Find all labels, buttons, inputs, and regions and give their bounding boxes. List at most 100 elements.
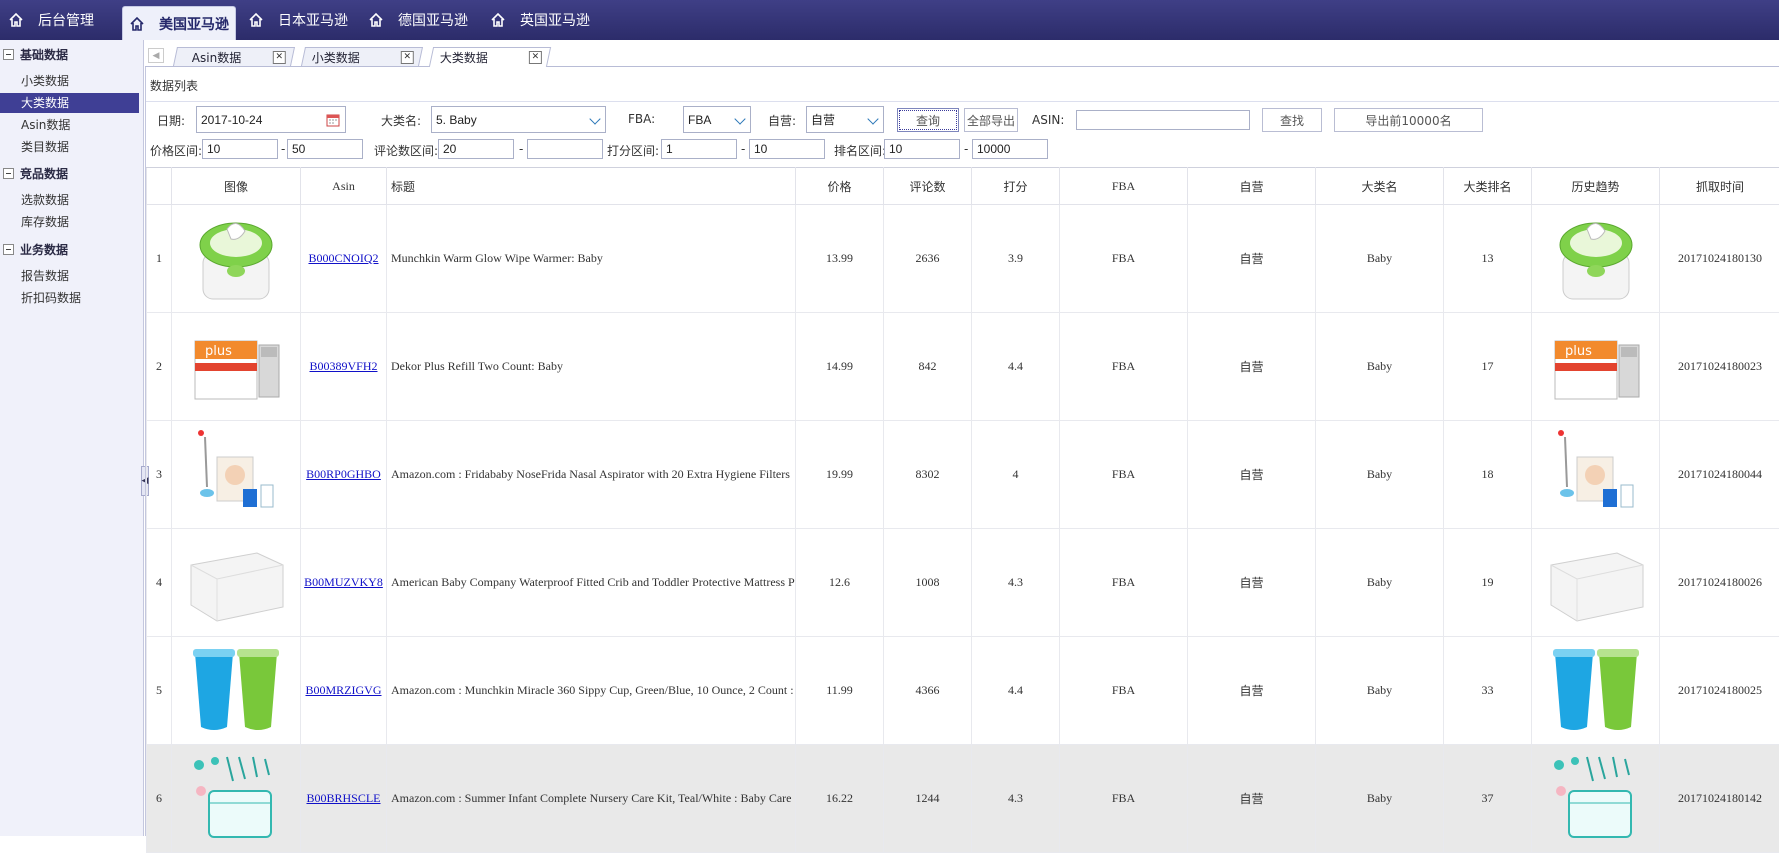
product-image xyxy=(1547,535,1645,631)
date-label: 日期: xyxy=(157,112,185,129)
column-header-category-rank[interactable]: 大类排名 xyxy=(1444,168,1532,205)
price-cell: 12.6 xyxy=(796,529,884,637)
sidebar-group-competitor[interactable]: 竞品数据 xyxy=(0,163,143,183)
find-button[interactable]: 查找 xyxy=(1262,108,1322,132)
date-input[interactable]: 2017-10-24 xyxy=(196,106,346,133)
range-dash: - xyxy=(519,142,523,156)
table-row[interactable]: 2 plus B00389VFH2 Dekor Plus Refill Two … xyxy=(147,313,1779,421)
history-trend-cell[interactable] xyxy=(1532,205,1660,313)
self-operated-label: 自营: xyxy=(768,112,796,129)
top-tab-label: 日本亚马逊 xyxy=(278,10,348,30)
query-button[interactable]: 查询 xyxy=(897,108,959,132)
export-top-10000-button[interactable]: 导出前10000名 xyxy=(1334,108,1483,132)
asin-link[interactable]: B00RP0GHBO xyxy=(306,467,381,481)
top-tab-label: 后台管理 xyxy=(38,10,94,30)
column-header-rating[interactable]: 打分 xyxy=(972,168,1060,205)
rating-max-input[interactable]: 10 xyxy=(749,139,825,159)
column-header-title[interactable]: 标题 xyxy=(387,168,796,205)
arrow-left-icon: ◀ xyxy=(153,51,160,61)
asin-link[interactable]: B00389VFH2 xyxy=(309,359,377,373)
top-tab-us-amazon[interactable]: 美国亚马逊 xyxy=(122,6,236,40)
self-operated-cell: 自营 xyxy=(1188,745,1316,853)
sidebar-item-catalog[interactable]: 类目数据 xyxy=(0,137,139,157)
sidebar-item-category[interactable]: 大类数据 xyxy=(0,93,139,113)
asin-link[interactable]: B000CNOIQ2 xyxy=(308,251,378,265)
asin-link[interactable]: B00MRZIGVG xyxy=(305,683,381,697)
rank-max-input[interactable]: 10000 xyxy=(972,139,1048,159)
date-value: 2017-10-24 xyxy=(201,113,262,127)
table-row[interactable]: 4 B00MUZVKY8 American Baby Company Water… xyxy=(147,529,1779,637)
rank-range-label: 排名区间: xyxy=(834,142,886,159)
home-icon xyxy=(8,12,24,28)
table-row[interactable]: 3 B00RP0GHBO Amazon.com : Fridababy Nose… xyxy=(147,421,1779,529)
column-header-image[interactable]: 图像 xyxy=(172,168,301,205)
column-header-reviews[interactable]: 评论数 xyxy=(884,168,972,205)
asin-input[interactable] xyxy=(1076,110,1250,130)
sidebar-item-asin[interactable]: Asin数据 xyxy=(0,115,139,135)
asin-link[interactable]: B00MUZVKY8 xyxy=(304,575,383,589)
product-title: Amazon.com : Fridababy NoseFrida Nasal A… xyxy=(387,421,796,529)
home-icon xyxy=(490,12,506,28)
column-header-crawl-time[interactable]: 抓取时间 xyxy=(1660,168,1779,205)
sidebar-group-title: 竞品数据 xyxy=(20,165,68,182)
fba-select[interactable]: FBA xyxy=(683,106,751,133)
sidebar-group-basic[interactable]: 基础数据 xyxy=(0,44,143,64)
crawl-time-cell: 20171024180023 xyxy=(1660,313,1779,421)
product-image xyxy=(187,211,285,307)
range-dash: - xyxy=(964,142,968,156)
export-all-button[interactable]: 全部导出 xyxy=(964,108,1018,132)
table-row[interactable]: 6 B00BRHSCLE Amazon.com : Summer Infant … xyxy=(147,745,1779,853)
history-trend-cell[interactable] xyxy=(1532,637,1660,745)
close-icon[interactable]: ✕ xyxy=(529,51,542,64)
column-header-history[interactable]: 历史趋势 xyxy=(1532,168,1660,205)
table-row[interactable]: 1 B000CNOIQ2 Munchkin Warm Glow Wipe War… xyxy=(147,205,1779,313)
reviews-min-input[interactable]: 20 xyxy=(438,139,514,159)
self-operated-select[interactable]: 自营 xyxy=(806,106,884,133)
product-image-cell xyxy=(172,205,301,313)
product-image xyxy=(1547,751,1645,847)
page-tab-subcategory[interactable]: 小类数据 ✕ xyxy=(301,47,423,66)
sidebar-item-inventory[interactable]: 库存数据 xyxy=(0,212,139,232)
rating-range-label: 打分区间: xyxy=(607,142,659,159)
column-header-self-operated[interactable]: 自营 xyxy=(1188,168,1316,205)
history-trend-cell[interactable] xyxy=(1532,745,1660,853)
category-select[interactable]: 5. Baby xyxy=(431,106,606,133)
sidebar-group-business[interactable]: 业务数据 xyxy=(0,239,143,259)
reviews-max-input[interactable] xyxy=(527,139,603,159)
history-trend-cell[interactable] xyxy=(1532,529,1660,637)
category-rank-cell: 37 xyxy=(1444,745,1532,853)
sidebar-item-report[interactable]: 报告数据 xyxy=(0,266,139,286)
sidebar-item-selection[interactable]: 选款数据 xyxy=(0,190,139,210)
category-rank-cell: 19 xyxy=(1444,529,1532,637)
product-image: plus xyxy=(187,319,285,415)
top-tab-uk-amazon[interactable]: 英国亚马逊 xyxy=(490,0,600,40)
close-icon[interactable]: ✕ xyxy=(273,51,286,64)
close-icon[interactable]: ✕ xyxy=(401,51,414,64)
rank-min-input[interactable]: 10 xyxy=(884,139,960,159)
fba-cell: FBA xyxy=(1060,529,1188,637)
product-title: Dekor Plus Refill Two Count: Baby xyxy=(387,313,796,421)
column-header-category[interactable]: 大类名 xyxy=(1316,168,1444,205)
top-tab-jp-amazon[interactable]: 日本亚马逊 xyxy=(248,0,358,40)
rating-cell: 3.9 xyxy=(972,205,1060,313)
rating-min-input[interactable]: 1 xyxy=(661,139,737,159)
history-trend-cell[interactable] xyxy=(1532,421,1660,529)
page-tab-category[interactable]: 大类数据 ✕ xyxy=(429,47,551,67)
price-max-input[interactable]: 50 xyxy=(287,139,363,159)
sidebar-item-subcategory[interactable]: 小类数据 xyxy=(0,71,139,91)
tab-scroll-left-button[interactable]: ◀ xyxy=(148,48,164,63)
top-tab-admin[interactable]: 后台管理 xyxy=(8,0,128,40)
price-min-input[interactable]: 10 xyxy=(202,139,278,159)
column-header-asin[interactable]: Asin xyxy=(301,168,387,205)
asin-link[interactable]: B00BRHSCLE xyxy=(306,791,380,805)
panel-header xyxy=(146,67,1779,102)
calendar-icon[interactable] xyxy=(326,113,340,127)
column-header-price[interactable]: 价格 xyxy=(796,168,884,205)
top-tab-de-amazon[interactable]: 德国亚马逊 xyxy=(368,0,478,40)
page-tab-asin[interactable]: Asin数据 ✕ xyxy=(173,47,295,66)
sidebar-item-coupon[interactable]: 折扣码数据 xyxy=(0,288,139,308)
fba-value: FBA xyxy=(688,113,711,127)
table-row[interactable]: 5 B00MRZIGVG Amazon.com : Munchkin Mirac… xyxy=(147,637,1779,745)
history-trend-cell[interactable]: plus xyxy=(1532,313,1660,421)
column-header-fba[interactable]: FBA xyxy=(1060,168,1188,205)
